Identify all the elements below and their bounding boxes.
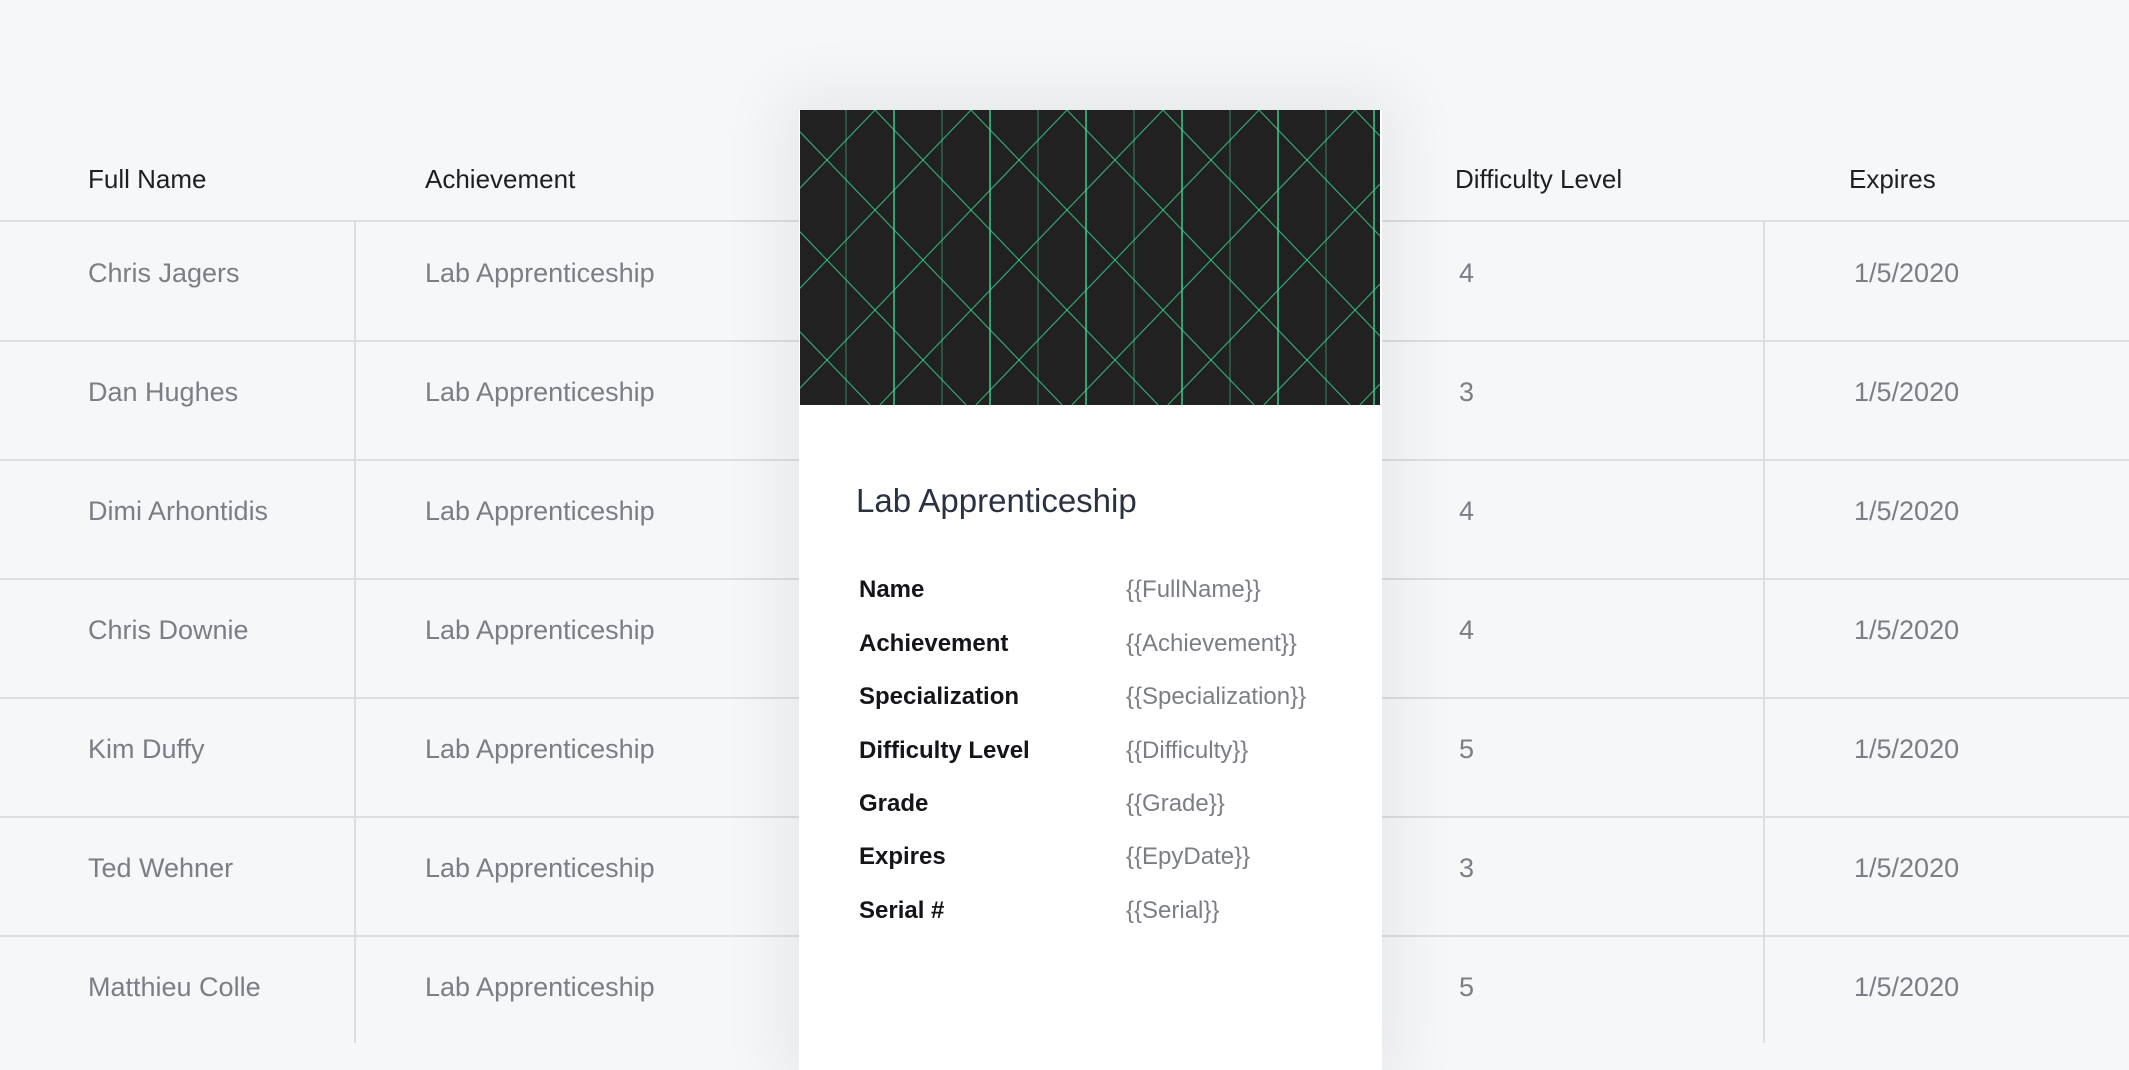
field-label: Difficulty Level bbox=[859, 737, 1030, 764]
pattern-line bbox=[800, 110, 876, 189]
pattern-line bbox=[800, 331, 871, 405]
card-banner-pattern bbox=[800, 110, 1380, 405]
field-label: Name bbox=[859, 576, 925, 603]
card-field-specialization: Specialization {{Specialization}} bbox=[859, 683, 1359, 723]
pattern-line bbox=[800, 110, 1068, 389]
card-field-difficulty-level: Difficulty Level {{Difficulty}} bbox=[859, 737, 1359, 777]
cell-difficulty: 4 bbox=[1459, 258, 1475, 288]
cell-difficulty: 4 bbox=[1459, 615, 1475, 645]
cell-full-name: Matthieu Colle bbox=[88, 972, 261, 1002]
cell-achievement: Lab Apprenticeship bbox=[425, 615, 655, 645]
cell-difficulty: 3 bbox=[1459, 853, 1475, 883]
cell-expires: 1/5/2020 bbox=[1854, 496, 1960, 526]
certificate-preview-card: Lab Apprenticeship Name {{FullName}} Ach… bbox=[799, 110, 1382, 1070]
cell-full-name: Dimi Arhontidis bbox=[88, 496, 269, 526]
cell-expires: 1/5/2020 bbox=[1854, 972, 1960, 1002]
pattern-line bbox=[1066, 110, 1351, 405]
pattern-line bbox=[1359, 383, 1380, 405]
column-header-expires[interactable]: Expires bbox=[1849, 164, 1936, 195]
field-value: {{EpyDate}} bbox=[1126, 843, 1251, 870]
cell-full-name: Chris Downie bbox=[88, 615, 249, 645]
cell-full-name: Chris Jagers bbox=[88, 258, 240, 288]
column-header-achievement[interactable]: Achievement bbox=[425, 164, 575, 195]
pattern-line bbox=[1167, 183, 1380, 405]
pattern-line bbox=[975, 110, 1260, 405]
pattern-line bbox=[1258, 110, 1380, 237]
pattern-line bbox=[1162, 110, 1380, 337]
pattern-line bbox=[879, 110, 1164, 405]
card-field-achievement: Achievement {{Achievement}} bbox=[859, 630, 1359, 670]
hexagon-pattern bbox=[800, 110, 1380, 405]
field-value: {{Achievement}} bbox=[1126, 630, 1297, 657]
cell-full-name: Kim Duffy bbox=[88, 734, 205, 764]
pattern-line bbox=[800, 131, 1063, 405]
cell-difficulty: 4 bbox=[1459, 496, 1475, 526]
field-value: {{Serial}} bbox=[1126, 897, 1220, 924]
pattern-line bbox=[1263, 283, 1380, 405]
card-field-serial: Serial # {{Serial}} bbox=[859, 897, 1359, 937]
card-field-grade: Grade {{Grade}} bbox=[859, 790, 1359, 830]
cell-expires: 1/5/2020 bbox=[1854, 734, 1960, 764]
column-header-difficulty-level[interactable]: Difficulty Level bbox=[1455, 164, 1622, 195]
cell-achievement: Lab Apprenticeship bbox=[425, 853, 655, 883]
card-field-name: Name {{FullName}} bbox=[859, 576, 1359, 616]
card-title: Lab Apprenticeship bbox=[856, 482, 1137, 519]
cell-difficulty: 5 bbox=[1459, 734, 1475, 764]
pattern-line bbox=[1071, 110, 1356, 405]
card-field-expires: Expires {{EpyDate}} bbox=[859, 843, 1359, 883]
field-label: Achievement bbox=[859, 630, 1009, 657]
cell-expires: 1/5/2020 bbox=[1854, 377, 1960, 407]
cell-achievement: Lab Apprenticeship bbox=[425, 496, 655, 526]
field-value: {{Difficulty}} bbox=[1126, 737, 1249, 764]
cell-full-name: Ted Wehner bbox=[88, 853, 234, 883]
cell-achievement: Lab Apprenticeship bbox=[425, 377, 655, 407]
field-label: Grade bbox=[859, 790, 929, 817]
field-value: {{Specialization}} bbox=[1126, 683, 1307, 710]
field-label: Serial # bbox=[859, 897, 945, 924]
field-value: {{Grade}} bbox=[1126, 790, 1225, 817]
cell-achievement: Lab Apprenticeship bbox=[425, 258, 655, 288]
cell-difficulty: 3 bbox=[1459, 377, 1475, 407]
column-header-full-name[interactable]: Full Name bbox=[88, 164, 206, 195]
cell-expires: 1/5/2020 bbox=[1854, 258, 1960, 288]
pattern-line bbox=[800, 231, 967, 405]
field-label: Expires bbox=[859, 843, 946, 870]
pattern-line bbox=[874, 110, 1159, 405]
cell-achievement: Lab Apprenticeship bbox=[425, 972, 655, 1002]
pattern-line bbox=[970, 110, 1255, 405]
cell-full-name: Dan Hughes bbox=[88, 377, 239, 407]
cell-achievement: Lab Apprenticeship bbox=[425, 734, 655, 764]
cell-expires: 1/5/2020 bbox=[1854, 615, 1960, 645]
field-value: {{FullName}} bbox=[1126, 576, 1261, 603]
field-label: Specialization bbox=[859, 683, 1020, 710]
cell-expires: 1/5/2020 bbox=[1854, 853, 1960, 883]
cell-difficulty: 5 bbox=[1459, 972, 1475, 1002]
pattern-line bbox=[1354, 110, 1380, 137]
